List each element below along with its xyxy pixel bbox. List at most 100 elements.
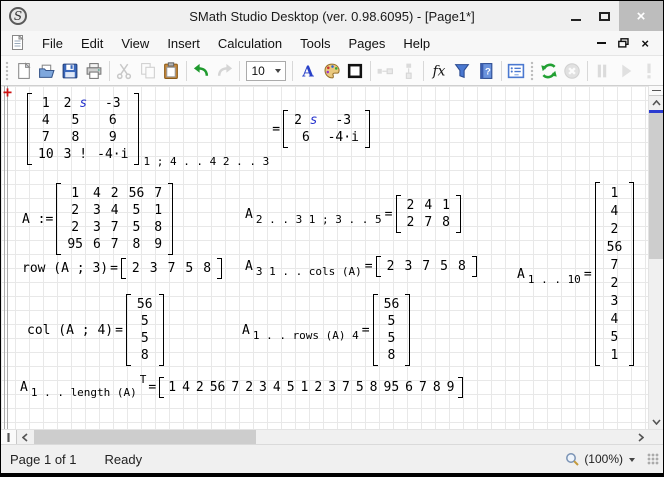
redo-button	[213, 59, 236, 83]
mdi-minimize-icon[interactable]	[597, 42, 606, 44]
vertical-scrollbar[interactable]	[648, 86, 663, 429]
menu-edit[interactable]: Edit	[72, 33, 112, 54]
toolbar-separator	[109, 61, 110, 81]
matrix-cell: -3	[92, 95, 133, 112]
toolbar-grip[interactable]	[5, 61, 10, 81]
matrix-bracket-left	[56, 183, 61, 255]
matrix-cell: 5	[124, 202, 150, 219]
linear-index-1-10-expression[interactable]: A1 . . 10=14256723451	[516, 182, 636, 366]
matrix-cell: -3	[323, 112, 364, 129]
matrix-cell: 5	[124, 219, 150, 236]
matrix-cell: 1	[165, 379, 179, 396]
menu-tools[interactable]: Tools	[291, 33, 339, 54]
new-button[interactable]	[12, 59, 35, 83]
menu-calculation[interactable]: Calculation	[209, 33, 291, 54]
matrix-bracket-left	[373, 294, 378, 366]
matrix-cell: 5	[379, 330, 405, 347]
minimize-button[interactable]	[561, 1, 590, 31]
border-button[interactable]	[343, 59, 366, 83]
border-icon	[346, 62, 364, 80]
matrix-cell: 6	[88, 236, 106, 253]
math-text: A :=	[22, 212, 53, 227]
matrix-cell: 56	[601, 238, 629, 256]
matrix-bracket-right	[472, 256, 477, 277]
toolbar-grip[interactable]	[530, 61, 535, 81]
matrix-cell: 1	[149, 202, 167, 219]
toolbar: 10 Afx?	[1, 55, 663, 86]
matrix-bracket-right	[159, 294, 164, 366]
matrix-bracket-right	[405, 294, 410, 366]
worksheet-canvas[interactable]: 12 s-3456789103 !-4·i1 ; 4 . . 4 2 . . 3…	[1, 86, 648, 429]
matrix-bracket-left	[376, 256, 381, 277]
maximize-button[interactable]	[590, 1, 619, 31]
hscroll-thumb[interactable]	[34, 430, 256, 444]
matrix-bracket-left	[121, 258, 126, 279]
flatten-transpose-expression[interactable]: A1 . . length (A)T=142567234512375895678…	[19, 377, 465, 398]
submatrix-rows2-3-cols1-3-5[interactable]: A2 . . 3 1 ; 3 . . 5=241278	[244, 195, 463, 233]
matrix-index-range-expression[interactable]: 12 s-3456789103 !-4·i1 ; 4 . . 4 2 . . 3…	[25, 93, 372, 165]
row3-by-index-expression[interactable]: A3 1 . . cols (A)=23758	[244, 256, 479, 277]
menu-view[interactable]: View	[112, 33, 158, 54]
menu-pages[interactable]: Pages	[340, 33, 395, 54]
font-size-dropdown-icon[interactable]	[275, 69, 281, 76]
print-button[interactable]	[82, 59, 105, 83]
matrix-cell: 2	[402, 197, 420, 214]
math-text: =	[584, 267, 592, 282]
scroll-down-arrow[interactable]	[649, 415, 663, 429]
resize-grip[interactable]	[647, 453, 659, 465]
matrix-A-definition[interactable]: A :=1425672345123758956789	[21, 183, 175, 255]
reference-book-button[interactable]: ?	[474, 59, 497, 83]
filter-button[interactable]	[451, 59, 474, 83]
snippets-icon	[507, 62, 525, 80]
undo-button[interactable]	[190, 59, 213, 83]
hscroll-splitter[interactable]	[1, 430, 17, 444]
row-function-expression[interactable]: row (A ; 3)=23758	[21, 258, 224, 279]
close-button[interactable]: ×	[619, 1, 663, 31]
snippets-button[interactable]	[505, 59, 528, 83]
status-bar: Page 1 of 1 Ready (100%)	[1, 444, 663, 473]
matrix-cell: 6	[289, 129, 322, 146]
menu-file[interactable]: File	[33, 33, 72, 54]
matrix-cell: 8	[453, 258, 471, 275]
matrix-bracket-right	[217, 258, 222, 279]
matrix-cell: 8	[430, 379, 444, 396]
filter-icon	[453, 62, 471, 80]
save-button[interactable]	[59, 59, 82, 83]
col4-by-index-expression[interactable]: A1 . . rows (A) 4=56558	[241, 294, 412, 366]
font-size-combo[interactable]: 10	[246, 61, 286, 81]
vscroll-thumb[interactable]	[649, 113, 663, 259]
zoom-level[interactable]: (100%)	[584, 452, 623, 466]
menu-insert[interactable]: Insert	[158, 33, 209, 54]
horizontal-scrollbar[interactable]	[1, 429, 663, 444]
matrix-cell: 7	[339, 379, 353, 396]
hscroll-track[interactable]	[33, 430, 633, 444]
font-color-button[interactable]: A	[296, 59, 319, 83]
math-text: A	[242, 323, 250, 338]
pause-button	[591, 59, 614, 83]
matrix-bracket-right	[458, 377, 463, 398]
matrix-cell: 2	[242, 379, 256, 396]
col-function-expression[interactable]: col (A ; 4)=56558	[26, 294, 166, 366]
mdi-close-icon[interactable]: ×	[641, 36, 649, 51]
math-subscript: 1 . . rows (A) 4	[253, 329, 359, 342]
palette-button[interactable]	[320, 59, 343, 83]
scroll-left-arrow[interactable]	[17, 430, 33, 444]
recalculate-button[interactable]	[537, 59, 560, 83]
matrix-cell: 95	[62, 236, 88, 253]
scroll-right-arrow[interactable]	[633, 430, 649, 444]
math-text: =	[148, 380, 156, 395]
paste-button[interactable]	[159, 59, 182, 83]
matrix-cell: 8	[132, 347, 158, 364]
zoom-dropdown-icon[interactable]	[629, 458, 635, 465]
matrix-cell: 2	[193, 379, 207, 396]
mdi-restore-icon[interactable]	[618, 38, 629, 48]
menu-help[interactable]: Help	[394, 33, 439, 54]
matrix-cell: 5	[59, 112, 92, 129]
vscroll-splitter[interactable]	[649, 86, 663, 96]
matrix-cell: 3	[325, 379, 339, 396]
menu-bar: FileEditViewInsertCalculationToolsPagesH…	[1, 31, 663, 55]
scroll-up-arrow[interactable]	[649, 96, 663, 110]
open-button[interactable]	[35, 59, 58, 83]
matrix: 241278	[396, 195, 461, 233]
insert-function-button[interactable]: fx	[427, 59, 450, 83]
